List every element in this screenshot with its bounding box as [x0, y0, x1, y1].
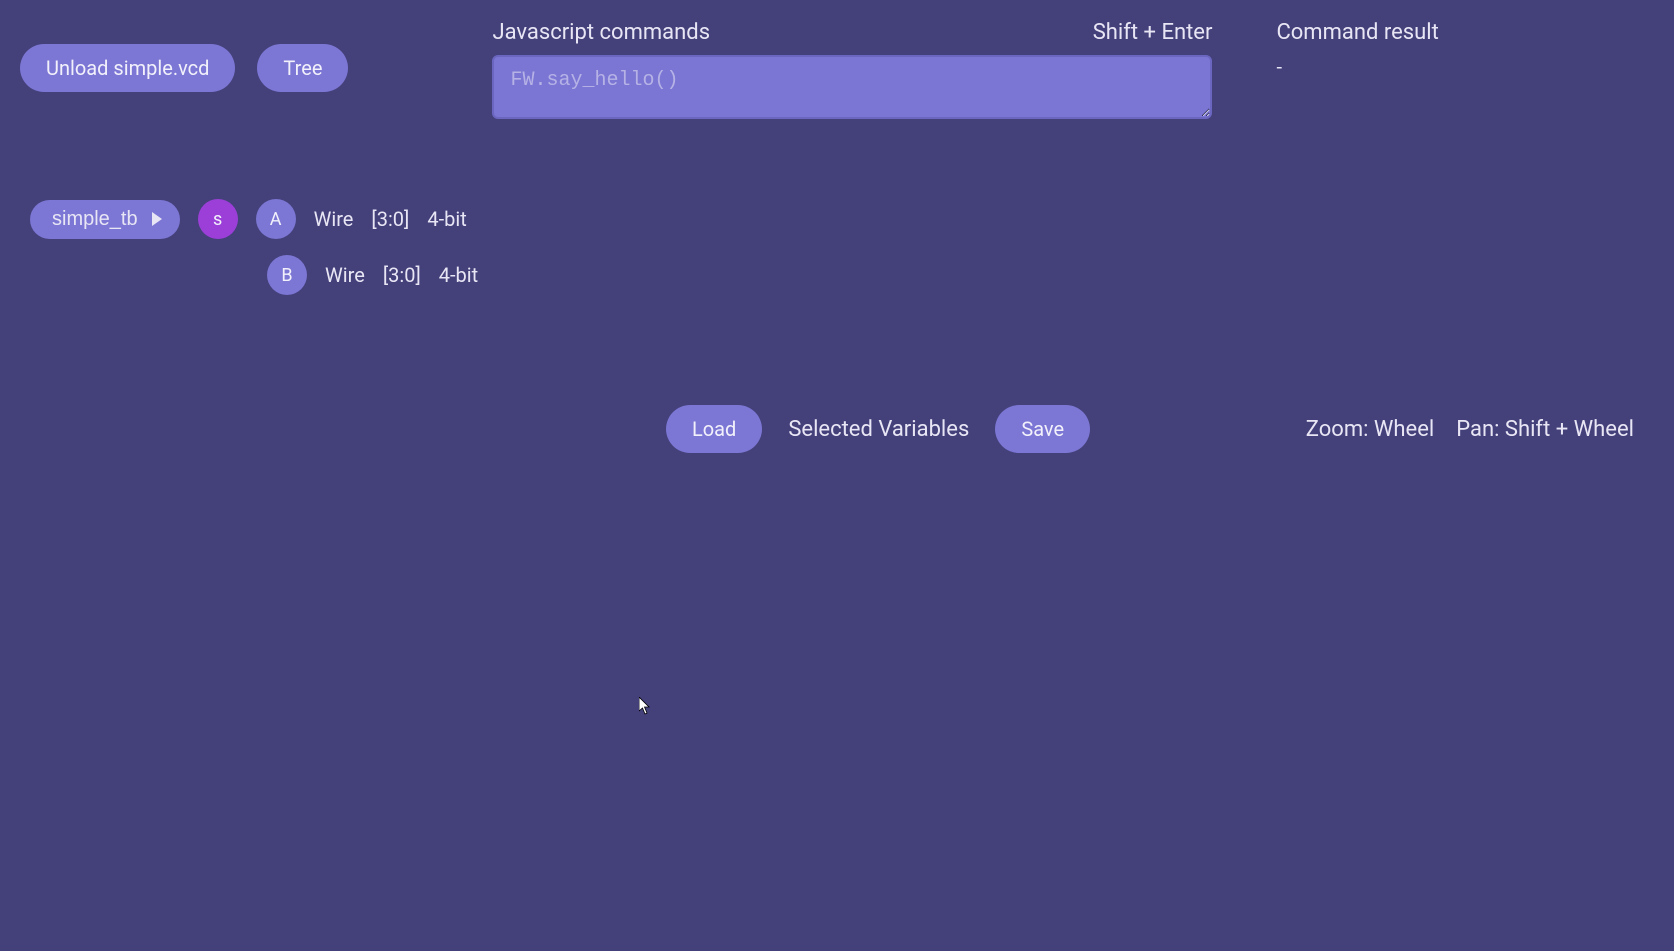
zoom-hint: Zoom: Wheel: [1306, 417, 1434, 442]
unload-button[interactable]: Unload simple.vcd: [20, 44, 235, 92]
scope-pill[interactable]: simple_tb: [30, 200, 180, 239]
tree-button[interactable]: Tree: [257, 44, 348, 92]
signal-badge-b[interactable]: B: [267, 255, 307, 295]
pan-hint: Pan: Shift + Wheel: [1456, 417, 1634, 442]
signal-width: 4-bit: [427, 207, 466, 231]
cursor-icon: [639, 697, 653, 715]
result-value: -: [1276, 55, 1438, 79]
signal-width: 4-bit: [439, 263, 478, 287]
play-icon: [152, 212, 162, 226]
scope-name: simple_tb: [52, 208, 138, 231]
command-label: Javascript commands: [492, 20, 710, 45]
result-label: Command result: [1276, 20, 1438, 45]
signal-range: [3:0]: [383, 263, 421, 287]
save-button[interactable]: Save: [995, 405, 1090, 453]
signal-badge-a[interactable]: A: [256, 199, 296, 239]
signal-range: [3:0]: [371, 207, 409, 231]
scope-badge[interactable]: s: [198, 199, 238, 239]
signal-type: Wire: [314, 207, 354, 231]
signal-type: Wire: [325, 263, 365, 287]
selected-variables-label: Selected Variables: [788, 417, 969, 442]
command-shortcut: Shift + Enter: [1093, 20, 1213, 45]
command-input[interactable]: [492, 55, 1212, 119]
load-button[interactable]: Load: [666, 405, 762, 453]
